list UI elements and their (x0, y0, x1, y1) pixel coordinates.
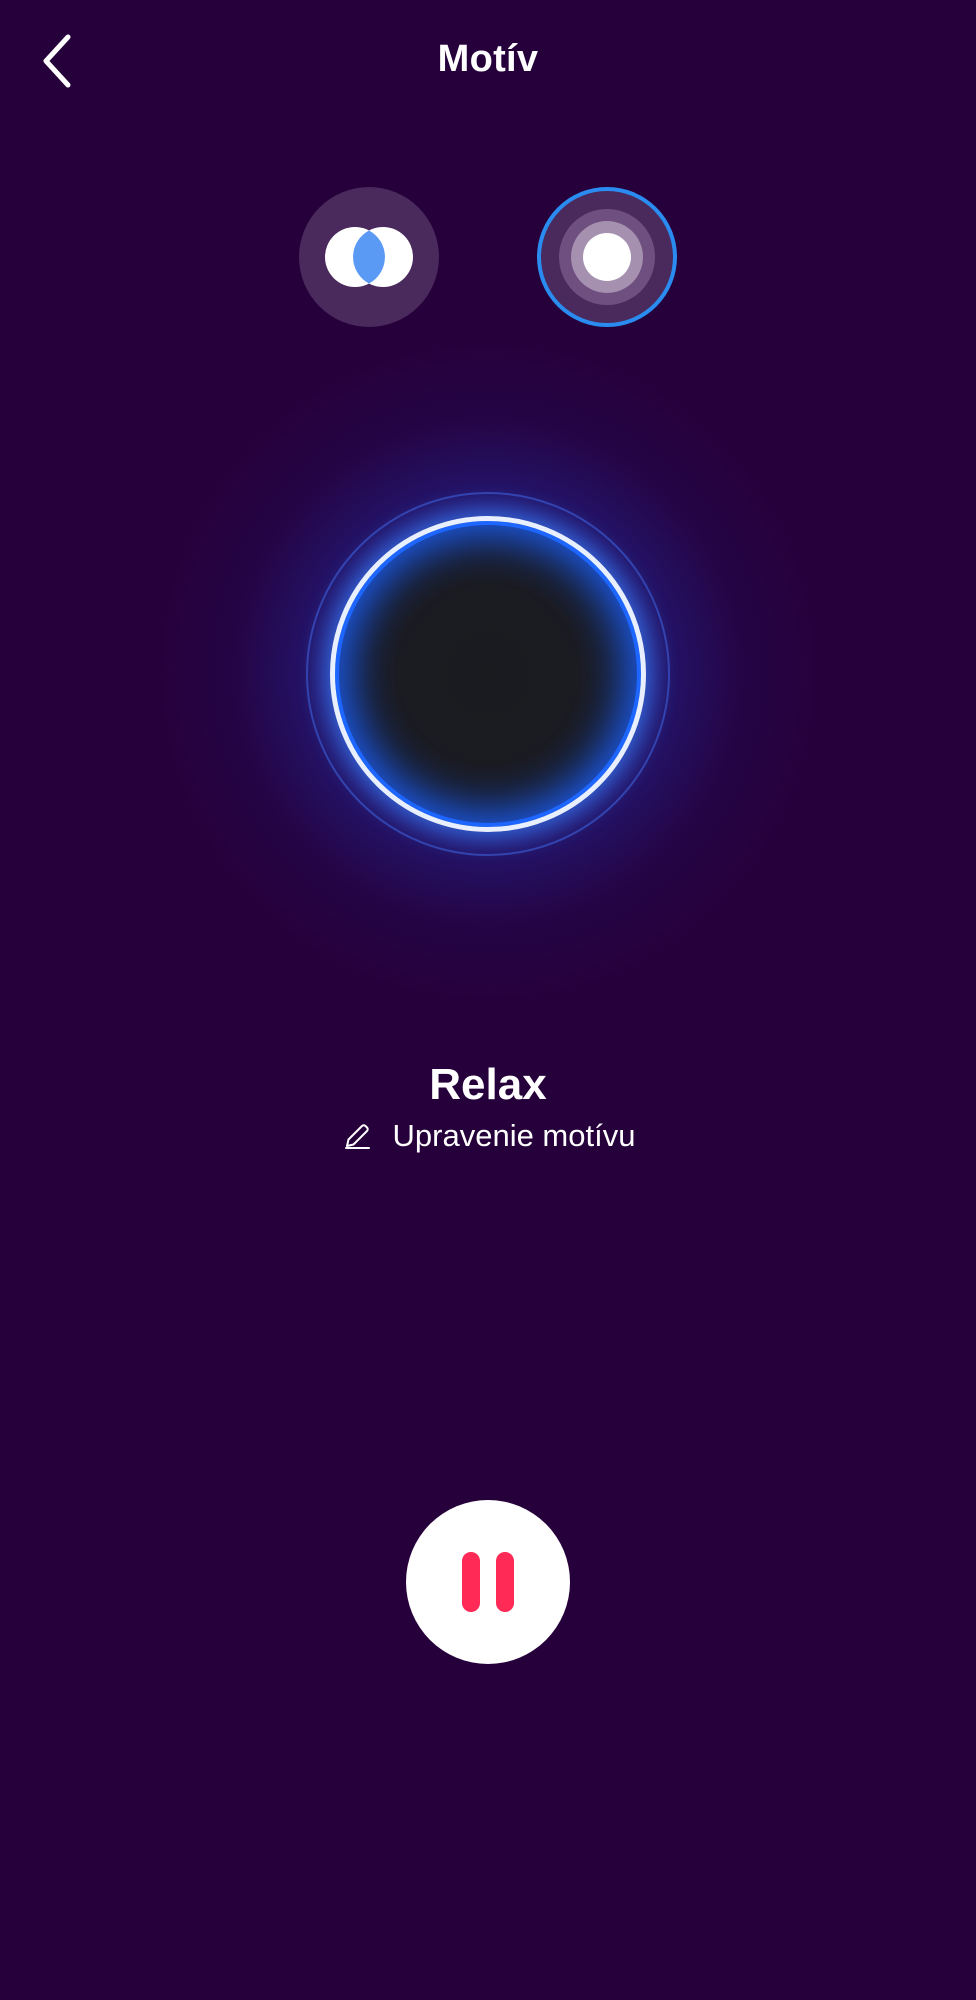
edit-theme-link[interactable]: Upravenie motívu (0, 1118, 976, 1154)
edit-theme-label: Upravenie motívu (392, 1118, 636, 1153)
pause-button[interactable] (406, 1500, 570, 1664)
concentric-circles-icon (559, 209, 655, 305)
mode-selector (0, 187, 976, 327)
pause-icon (462, 1552, 514, 1612)
theme-name: Relax (429, 1060, 547, 1109)
header: Motív (0, 0, 976, 130)
overlapping-circles-icon (325, 227, 413, 287)
page-title: Motív (437, 38, 539, 80)
motiv-screen: Motív Relax Upravenie motívu (0, 0, 976, 2000)
pulse-mode-button[interactable] (537, 187, 677, 327)
breathing-orb (0, 320, 976, 1020)
pencil-icon (344, 1124, 370, 1149)
dual-circle-mode-button[interactable] (299, 187, 439, 327)
orb-core (330, 516, 646, 832)
